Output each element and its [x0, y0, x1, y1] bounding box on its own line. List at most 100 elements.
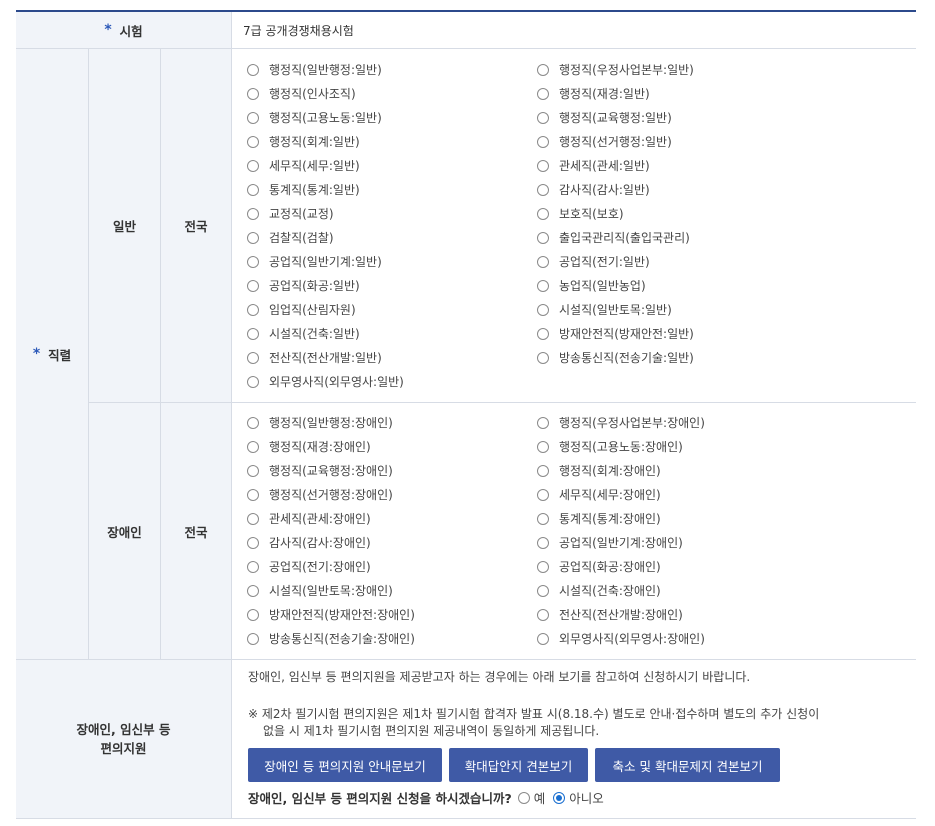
position-option[interactable]: 행정직(교육행정:일반): [537, 109, 672, 126]
position-option[interactable]: 시설직(건축:일반): [247, 325, 360, 342]
position-radio[interactable]: [537, 608, 549, 621]
position-radio[interactable]: [537, 536, 549, 549]
position-option[interactable]: 시설직(일반토목:일반): [537, 301, 672, 318]
position-radio[interactable]: [247, 488, 259, 501]
position-option[interactable]: 방재안전직(방재안전:일반): [537, 325, 694, 342]
position-radio[interactable]: [247, 279, 259, 292]
position-radio[interactable]: [537, 87, 549, 100]
position-option[interactable]: 시설직(일반토목:장애인): [247, 582, 393, 599]
position-option[interactable]: 행정직(인사조직): [247, 85, 356, 102]
position-radio[interactable]: [247, 512, 259, 525]
position-option[interactable]: 행정직(교육행정:장애인): [247, 462, 393, 479]
position-radio[interactable]: [537, 255, 549, 268]
position-option[interactable]: 공업직(전기:장애인): [247, 558, 371, 575]
position-option[interactable]: 세무직(세무:일반): [247, 157, 360, 174]
position-radio[interactable]: [537, 111, 549, 124]
position-radio[interactable]: [247, 159, 259, 172]
support-yes-radio[interactable]: [517, 791, 530, 804]
position-radio[interactable]: [537, 632, 549, 645]
position-option[interactable]: 세무직(세무:장애인): [537, 486, 661, 503]
position-option[interactable]: 방송통신직(전송기술:장애인): [247, 630, 415, 647]
position-option[interactable]: 공업직(일반기계:일반): [247, 253, 382, 270]
position-option[interactable]: 공업직(전기:일반): [537, 253, 650, 270]
support-no-radio[interactable]: [553, 791, 566, 804]
position-radio[interactable]: [247, 63, 259, 76]
position-radio[interactable]: [537, 183, 549, 196]
position-option[interactable]: 전산직(전산개발:장애인): [537, 606, 683, 623]
position-option[interactable]: 출입국관리직(출입국관리): [537, 229, 690, 246]
position-option[interactable]: 방재안전직(방재안전:장애인): [247, 606, 415, 623]
position-option[interactable]: 행정직(고용노동:일반): [247, 109, 382, 126]
position-option[interactable]: 행정직(우정사업본부:장애인): [537, 414, 705, 431]
position-option[interactable]: 전산직(전산개발:일반): [247, 349, 382, 366]
position-option[interactable]: 행정직(회계:장애인): [537, 462, 661, 479]
position-option[interactable]: 공업직(화공:장애인): [537, 558, 661, 575]
position-radio[interactable]: [537, 464, 549, 477]
position-option[interactable]: 공업직(일반기계:장애인): [537, 534, 683, 551]
position-option[interactable]: 행정직(선거행정:장애인): [247, 486, 393, 503]
position-option[interactable]: 행정직(우정사업본부:일반): [537, 61, 694, 78]
position-option[interactable]: 보호직(보호): [537, 205, 624, 222]
position-option[interactable]: 공업직(화공:일반): [247, 277, 360, 294]
exam-paper-sample-button[interactable]: 축소 및 확대문제지 견본보기: [595, 748, 780, 782]
position-radio[interactable]: [247, 584, 259, 597]
position-option[interactable]: 관세직(관세:일반): [537, 157, 650, 174]
position-radio[interactable]: [247, 183, 259, 196]
position-radio[interactable]: [537, 303, 549, 316]
position-radio[interactable]: [247, 231, 259, 244]
position-radio[interactable]: [247, 608, 259, 621]
position-radio[interactable]: [247, 255, 259, 268]
position-option[interactable]: 행정직(선거행정:일반): [537, 133, 672, 150]
position-radio[interactable]: [247, 303, 259, 316]
position-radio[interactable]: [537, 560, 549, 573]
position-radio[interactable]: [247, 632, 259, 645]
position-option[interactable]: 행정직(재경:장애인): [247, 438, 371, 455]
position-radio[interactable]: [537, 63, 549, 76]
position-radio[interactable]: [537, 135, 549, 148]
enlarged-answer-sheet-button[interactable]: 확대답안지 견본보기: [449, 748, 588, 782]
position-radio[interactable]: [537, 351, 549, 364]
position-radio[interactable]: [537, 512, 549, 525]
position-option-label: 임업직(산림자원): [269, 303, 356, 317]
position-radio[interactable]: [247, 536, 259, 549]
position-option[interactable]: 감사직(감사:일반): [537, 181, 650, 198]
position-radio[interactable]: [247, 464, 259, 477]
position-radio[interactable]: [247, 87, 259, 100]
position-option[interactable]: 행정직(일반행정:일반): [247, 61, 382, 78]
position-option[interactable]: 농업직(일반농업): [537, 277, 646, 294]
position-radio[interactable]: [247, 440, 259, 453]
position-radio[interactable]: [537, 207, 549, 220]
position-radio[interactable]: [537, 416, 549, 429]
position-radio[interactable]: [537, 231, 549, 244]
position-radio[interactable]: [537, 327, 549, 340]
position-option[interactable]: 외무영사직(외무영사:장애인): [537, 630, 705, 647]
position-option[interactable]: 임업직(산림자원): [247, 301, 356, 318]
position-radio[interactable]: [247, 416, 259, 429]
position-option[interactable]: 행정직(일반행정:장애인): [247, 414, 393, 431]
position-option[interactable]: 통계직(통계:일반): [247, 181, 360, 198]
position-option[interactable]: 행정직(고용노동:장애인): [537, 438, 683, 455]
position-radio[interactable]: [537, 279, 549, 292]
position-option[interactable]: 외무영사직(외무영사:일반): [247, 373, 404, 390]
position-option[interactable]: 행정직(회계:일반): [247, 133, 360, 150]
position-option[interactable]: 행정직(재경:일반): [537, 85, 650, 102]
position-radio[interactable]: [247, 560, 259, 573]
position-radio[interactable]: [537, 440, 549, 453]
position-radio[interactable]: [247, 327, 259, 340]
position-option[interactable]: 방송통신직(전송기술:일반): [537, 349, 694, 366]
position-option[interactable]: 시설직(건축:장애인): [537, 582, 661, 599]
position-radio[interactable]: [247, 351, 259, 364]
position-option[interactable]: 관세직(관세:장애인): [247, 510, 371, 527]
position-radio[interactable]: [537, 584, 549, 597]
position-radio[interactable]: [247, 111, 259, 124]
position-option[interactable]: 감사직(감사:장애인): [247, 534, 371, 551]
guide-view-button[interactable]: 장애인 등 편의지원 안내문보기: [248, 748, 442, 782]
position-radio[interactable]: [247, 207, 259, 220]
position-radio[interactable]: [247, 135, 259, 148]
position-option[interactable]: 검찰직(검찰): [247, 229, 334, 246]
position-option[interactable]: 교정직(교정): [247, 205, 334, 222]
position-radio[interactable]: [537, 159, 549, 172]
position-option[interactable]: 통계직(통계:장애인): [537, 510, 661, 527]
position-radio[interactable]: [247, 375, 259, 388]
position-radio[interactable]: [537, 488, 549, 501]
